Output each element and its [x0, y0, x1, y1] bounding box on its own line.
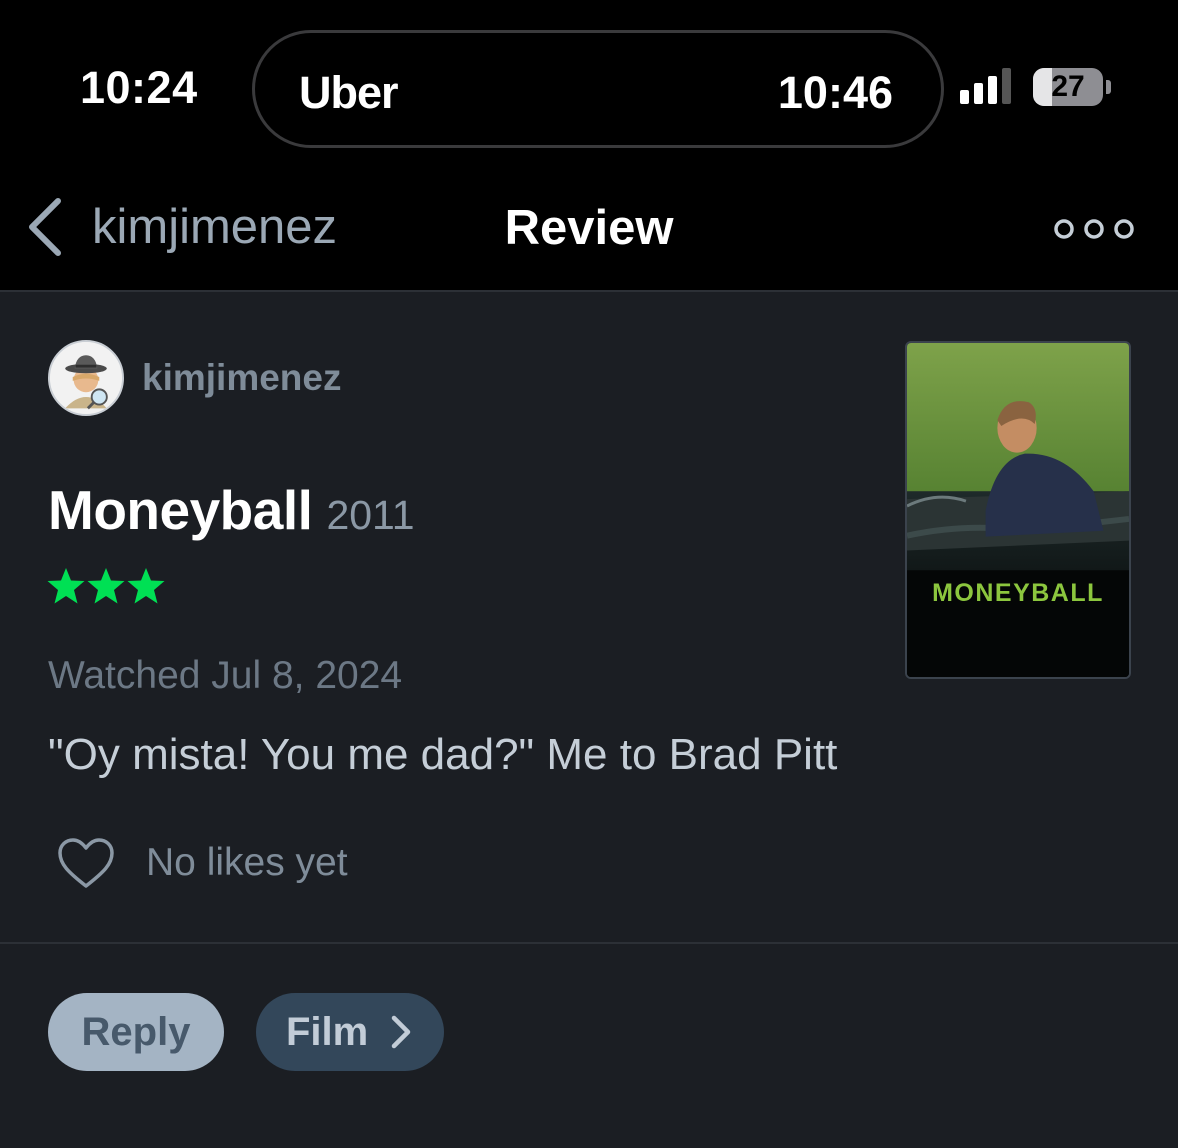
rating-stars	[46, 566, 166, 606]
like-button[interactable]: No likes yet	[56, 836, 348, 890]
live-activity-eta: 10:46	[777, 67, 893, 118]
review-screen: 10:24 Uber 10:46 27 kimjimenez Review ki…	[0, 0, 1178, 1148]
star-icon	[87, 568, 125, 604]
dynamic-island-live-activity[interactable]: Uber 10:46	[252, 30, 944, 148]
star-icon	[127, 568, 165, 604]
live-activity-app: Uber	[299, 67, 399, 118]
review-text: "Oy mista! You me dad?" Me to Brad Pitt	[48, 730, 838, 779]
detective-avatar-icon	[50, 342, 122, 414]
battery-icon: 27	[1033, 68, 1111, 106]
heart-outline-icon	[58, 838, 114, 888]
film-heading[interactable]: Moneyball 2011	[48, 478, 415, 542]
chevron-right-icon	[391, 1015, 411, 1049]
likes-count: No likes yet	[146, 841, 348, 884]
film-button[interactable]: Film	[256, 993, 444, 1071]
author-username: kimjimenez	[142, 357, 342, 398]
poster-title: MONEYBALL	[932, 579, 1104, 607]
film-title: Moneyball	[48, 479, 313, 541]
battery-percent: 27	[1051, 70, 1085, 103]
film-year: 2011	[326, 492, 415, 538]
divider	[0, 942, 1178, 944]
film-poster[interactable]: MONEYBALL	[905, 341, 1131, 679]
page-title: Review	[504, 201, 674, 255]
more-options-icon[interactable]	[1052, 214, 1136, 244]
poster-image	[907, 343, 1129, 677]
signal-icon	[960, 68, 1011, 104]
film-button-label: Film	[286, 1010, 369, 1054]
status-bar: 10:24 Uber 10:46 27	[0, 0, 1178, 170]
star-icon	[47, 568, 85, 604]
watched-date: Watched Jul 8, 2024	[48, 654, 403, 697]
review-author[interactable]: kimjimenez	[48, 340, 341, 416]
navigation-bar: kimjimenez Review	[0, 170, 1178, 292]
status-time: 10:24	[80, 62, 198, 113]
avatar[interactable]	[48, 340, 124, 416]
reply-button[interactable]: Reply	[48, 993, 224, 1071]
